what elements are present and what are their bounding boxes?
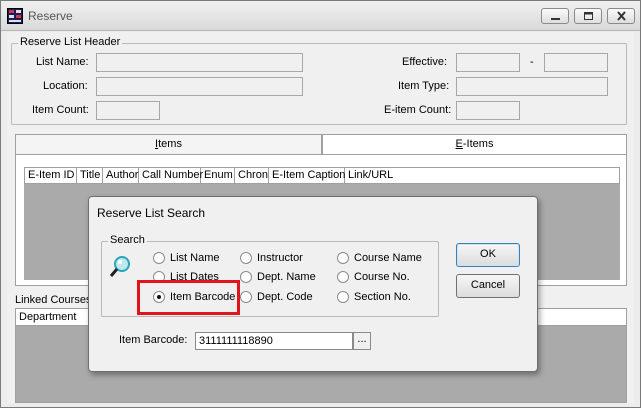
radio-dept-code[interactable]: Dept. Code — [240, 291, 313, 303]
radio-label: Course Name — [354, 252, 422, 264]
tab-e-items-label: -Items — [462, 138, 494, 150]
tab-strip: Items E-Items — [15, 134, 627, 155]
radio-indicator — [240, 271, 252, 283]
column-header[interactable]: Author — [103, 168, 139, 183]
effective-start-field[interactable] — [456, 53, 520, 72]
location-label: Location: — [43, 80, 88, 92]
maximize-button[interactable] — [574, 8, 602, 24]
tab-items-label: tems — [158, 138, 182, 150]
e-items-grid-header: E-Item ID Title Author Call Number Enum … — [24, 167, 620, 184]
list-name-field[interactable] — [96, 53, 303, 72]
radio-label: Course No. — [354, 271, 410, 283]
column-header[interactable]: Call Number — [139, 168, 203, 183]
item-count-label: Item Count: — [32, 104, 89, 116]
location-field[interactable] — [96, 77, 303, 96]
radio-label: Section No. — [354, 291, 411, 303]
eitem-count-field[interactable] — [456, 101, 520, 120]
item-barcode-label: Item Barcode: — [119, 334, 188, 346]
radio-indicator — [240, 252, 252, 264]
radio-instructor[interactable]: Instructor — [240, 252, 303, 264]
radio-dept-name[interactable]: Dept. Name — [240, 271, 316, 283]
radio-indicator — [337, 271, 349, 283]
column-header[interactable]: Title — [77, 168, 103, 183]
radio-course-no[interactable]: Course No. — [337, 271, 410, 283]
window-title: Reserve — [28, 9, 73, 23]
tab-items[interactable]: Items — [15, 134, 322, 155]
radio-section-no[interactable]: Section No. — [337, 291, 411, 303]
radio-label: Dept. Code — [257, 291, 313, 303]
close-icon — [617, 11, 626, 21]
title-bar[interactable]: Reserve — [1, 1, 640, 31]
item-barcode-input[interactable]: 3111111118890 — [195, 332, 353, 350]
minimize-button[interactable] — [541, 8, 569, 24]
item-type-field[interactable] — [456, 77, 608, 96]
radio-label: Instructor — [257, 252, 303, 264]
minimize-icon — [551, 18, 560, 20]
radio-indicator — [337, 252, 349, 264]
effective-label: Effective: — [402, 56, 448, 68]
radio-indicator — [240, 291, 252, 303]
reserve-window: Reserve Reserve List Header List Name: L… — [0, 0, 641, 408]
close-button[interactable] — [607, 8, 635, 24]
column-header[interactable]: Enum — [201, 168, 235, 183]
item-type-label: Item Type: — [398, 80, 450, 92]
highlight-box — [137, 280, 240, 315]
app-icon — [7, 8, 23, 24]
group-title: Reserve List Header — [18, 36, 123, 48]
browse-button[interactable]: ... — [353, 332, 371, 350]
column-header[interactable]: E-Item Caption — [269, 168, 345, 183]
ok-button[interactable]: OK — [456, 243, 520, 267]
cancel-button[interactable]: Cancel — [456, 274, 520, 298]
search-group-title: Search — [108, 234, 147, 246]
radio-indicator — [153, 252, 165, 264]
effective-end-field[interactable] — [544, 53, 608, 72]
tab-e-items-accel: E — [455, 138, 463, 150]
column-header[interactable]: Chron — [235, 168, 269, 183]
list-name-label: List Name: — [36, 56, 89, 68]
tab-e-items[interactable]: E-Items — [322, 134, 627, 155]
radio-label: Dept. Name — [257, 271, 316, 283]
dialog-title: Reserve List Search — [97, 206, 206, 220]
radio-indicator — [337, 291, 349, 303]
maximize-icon — [584, 12, 593, 20]
eitem-count-label: E-item Count: — [384, 104, 452, 116]
magnifier-icon — [109, 256, 130, 277]
radio-course-name[interactable]: Course Name — [337, 252, 422, 264]
radio-list-name[interactable]: List Name — [153, 252, 220, 264]
reserve-list-header-group: Reserve List Header List Name: Location:… — [11, 36, 627, 125]
column-header[interactable]: Link/URL — [345, 168, 619, 183]
effective-separator: - — [530, 56, 534, 68]
linked-courses-label: Linked Courses — [15, 294, 92, 306]
item-count-field[interactable] — [96, 101, 160, 120]
radio-label: List Name — [170, 252, 220, 264]
column-header[interactable]: E-Item ID — [25, 168, 77, 183]
